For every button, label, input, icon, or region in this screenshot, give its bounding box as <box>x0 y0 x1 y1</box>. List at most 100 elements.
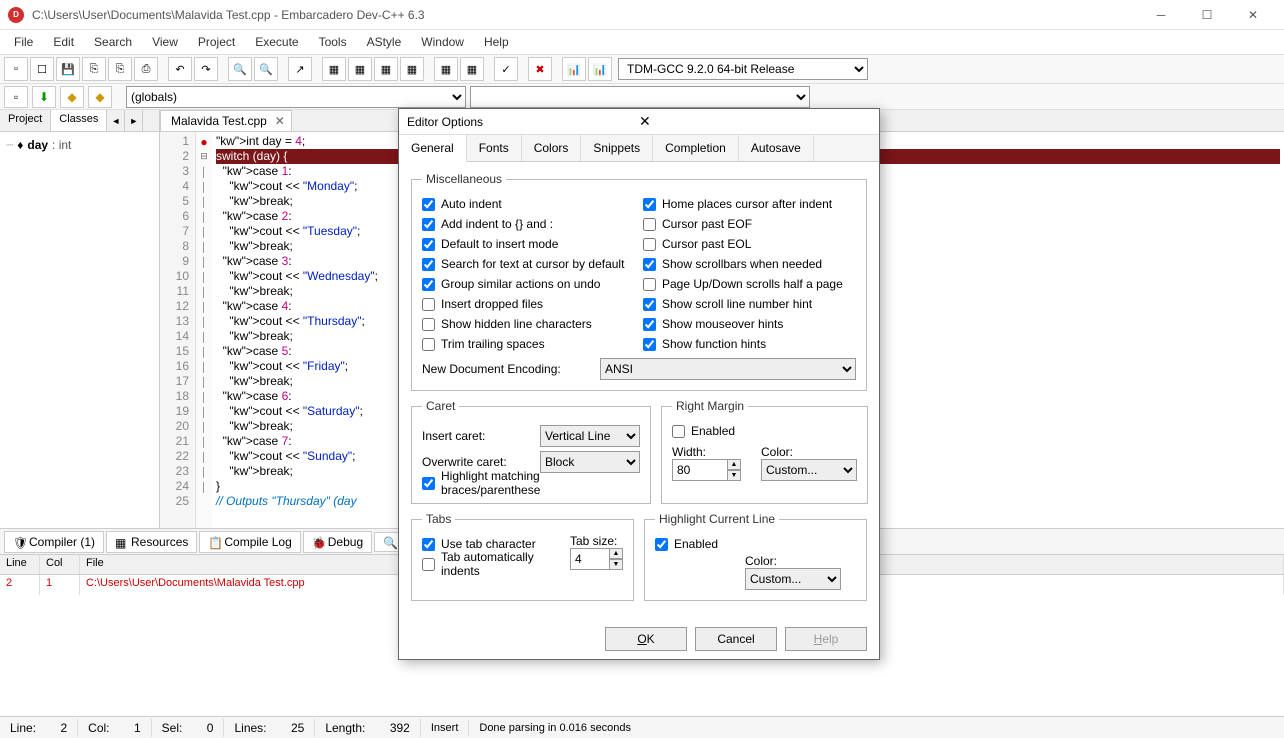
undo-icon[interactable]: ↶ <box>168 57 192 81</box>
menu-edit[interactable]: Edit <box>43 32 84 52</box>
misc-checkbox[interactable] <box>643 338 656 351</box>
misc-checkbox[interactable] <box>643 318 656 331</box>
col-header-line[interactable]: Line <box>0 555 40 574</box>
highlight-braces-checkbox[interactable] <box>422 477 435 490</box>
menu-search[interactable]: Search <box>84 32 142 52</box>
misc-checkbox[interactable] <box>422 278 435 291</box>
close-tab-icon[interactable]: ✕ <box>275 114 285 128</box>
tab-compiler[interactable]: 🛡Compiler (1) <box>4 531 104 553</box>
tab-compile-log[interactable]: 📋Compile Log <box>199 531 300 553</box>
spin-down-icon[interactable]: ▼ <box>727 470 741 481</box>
margin-color-select[interactable]: Custom... <box>761 459 857 481</box>
goto-icon[interactable]: ↗ <box>288 57 312 81</box>
fold-column: ●⊟││││││││││││││││││││││ <box>196 132 212 528</box>
new-file-icon[interactable]: ▫ <box>4 57 28 81</box>
dlg-tab-snippets[interactable]: Snippets <box>581 135 653 161</box>
goto-bm-icon[interactable]: ◆ <box>88 86 112 108</box>
hcl-color-select[interactable]: Custom... <box>745 568 841 590</box>
dialog-close-icon[interactable]: ✕ <box>639 113 871 130</box>
redo-icon[interactable]: ↷ <box>194 57 218 81</box>
tab-nav-left[interactable]: ◄ <box>107 110 125 131</box>
menu-astyle[interactable]: AStyle <box>357 32 412 52</box>
margin-enabled-checkbox[interactable] <box>672 425 685 438</box>
spin-up-icon[interactable]: ▲ <box>609 548 623 559</box>
misc-checkbox[interactable] <box>643 238 656 251</box>
tab-resources[interactable]: ▦Resources <box>106 531 197 553</box>
stop-icon[interactable]: ▦ <box>460 57 484 81</box>
find-icon[interactable]: 🔍 <box>228 57 252 81</box>
minimize-button[interactable]: ─ <box>1138 0 1184 30</box>
encoding-select[interactable]: ANSI <box>600 358 856 380</box>
misc-checkbox[interactable] <box>422 258 435 271</box>
ok-button[interactable]: OK <box>605 627 687 651</box>
menu-project[interactable]: Project <box>188 32 245 52</box>
editor-tab[interactable]: Malavida Test.cpp ✕ <box>160 110 292 131</box>
misc-checkbox[interactable] <box>422 298 435 311</box>
dialog-titlebar[interactable]: Editor Options ✕ <box>399 109 879 135</box>
print-icon[interactable]: ⎙ <box>134 57 158 81</box>
compiler-select[interactable]: TDM-GCC 9.2.0 64-bit Release <box>618 58 868 80</box>
insert-caret-select[interactable]: Vertical Line <box>540 425 640 447</box>
tab-auto-indent-checkbox[interactable] <box>422 558 435 571</box>
status-insert[interactable]: Insert <box>421 720 470 736</box>
compile-icon[interactable]: ▦ <box>322 57 346 81</box>
insert-icon[interactable]: ⬇ <box>32 86 56 108</box>
misc-checkbox[interactable] <box>643 278 656 291</box>
check-icon[interactable]: ✓ <box>494 57 518 81</box>
profile2-icon[interactable]: 📊 <box>588 57 612 81</box>
use-tab-checkbox[interactable] <box>422 538 435 551</box>
debug-icon[interactable]: ▦ <box>434 57 458 81</box>
col-header-col[interactable]: Col <box>40 555 80 574</box>
globals-select[interactable]: (globals) <box>126 86 466 108</box>
menu-help[interactable]: Help <box>474 32 519 52</box>
menu-window[interactable]: Window <box>411 32 474 52</box>
save-icon[interactable]: 💾 <box>56 57 80 81</box>
menu-tools[interactable]: Tools <box>309 32 357 52</box>
menu-file[interactable]: File <box>4 32 43 52</box>
dlg-tab-autosave[interactable]: Autosave <box>739 135 814 161</box>
menu-bar: File Edit Search View Project Execute To… <box>0 30 1284 54</box>
abort-icon[interactable]: ✖ <box>528 57 552 81</box>
misc-checkbox[interactable] <box>422 238 435 251</box>
misc-checkbox[interactable] <box>422 338 435 351</box>
save-as-icon[interactable]: ⎘ <box>108 57 132 81</box>
menu-execute[interactable]: Execute <box>245 32 308 52</box>
compile-run-icon[interactable]: ▦ <box>374 57 398 81</box>
spin-up-icon[interactable]: ▲ <box>727 459 741 470</box>
menu-view[interactable]: View <box>142 32 188 52</box>
tab-debug[interactable]: 🐞Debug <box>303 531 372 553</box>
misc-checkbox[interactable] <box>422 218 435 231</box>
dlg-tab-colors[interactable]: Colors <box>522 135 582 161</box>
misc-checkbox[interactable] <box>643 298 656 311</box>
dlg-tab-fonts[interactable]: Fonts <box>467 135 522 161</box>
tab-project[interactable]: Project <box>0 110 51 131</box>
members-select[interactable] <box>470 86 810 108</box>
dlg-tab-general[interactable]: General <box>399 135 467 162</box>
rebuild-icon[interactable]: ▦ <box>400 57 424 81</box>
new-proj-icon[interactable]: ▫ <box>4 86 28 108</box>
bookmark-icon[interactable]: ◆ <box>60 86 84 108</box>
hcl-enabled-checkbox[interactable] <box>655 538 668 551</box>
close-button[interactable]: ✕ <box>1230 0 1276 30</box>
tab-nav-right[interactable]: ► <box>125 110 143 131</box>
misc-checkbox[interactable] <box>422 198 435 211</box>
open-icon[interactable]: ☐ <box>30 57 54 81</box>
maximize-button[interactable]: ☐ <box>1184 0 1230 30</box>
misc-checkbox[interactable] <box>643 218 656 231</box>
run-icon[interactable]: ▦ <box>348 57 372 81</box>
profile-icon[interactable]: 📊 <box>562 57 586 81</box>
misc-left-0: Auto indent <box>422 194 635 214</box>
misc-checkbox[interactable] <box>643 258 656 271</box>
cancel-button[interactable]: Cancel <box>695 627 777 651</box>
misc-checkbox[interactable] <box>422 318 435 331</box>
help-button[interactable]: Help <box>785 627 867 651</box>
class-tree-item[interactable]: ┈ ♦ day : int <box>6 138 153 152</box>
save-all-icon[interactable]: ⎘ <box>82 57 106 81</box>
misc-checkbox[interactable] <box>643 198 656 211</box>
dlg-tab-completion[interactable]: Completion <box>653 135 739 161</box>
spin-down-icon[interactable]: ▼ <box>609 559 623 570</box>
tab-size-input[interactable] <box>570 548 610 570</box>
margin-width-input[interactable] <box>672 459 728 481</box>
replace-icon[interactable]: 🔍 <box>254 57 278 81</box>
tab-classes[interactable]: Classes <box>51 110 107 131</box>
